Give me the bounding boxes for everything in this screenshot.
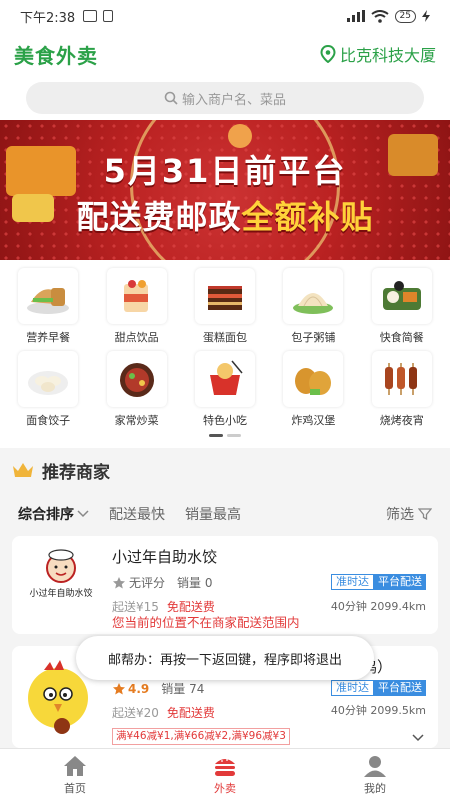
expand-chevron-icon[interactable] <box>412 734 424 742</box>
category-noodle-dumpling[interactable]: 面食饺子 <box>4 351 92 428</box>
chef-logo-icon <box>46 549 76 583</box>
burger-icon <box>215 758 235 776</box>
user-icon <box>364 755 386 777</box>
cake-icon <box>207 286 242 310</box>
merchant-logo: 小过年自助水饺 <box>22 548 100 610</box>
merchant-eta-distance: 40分钟 2099.4km <box>330 600 426 613</box>
exit-toast: 邮帮办：再按一下返回键，程序即将退出 <box>76 636 374 680</box>
notification-icon <box>83 10 98 22</box>
tab-home[interactable]: 首页 <box>0 749 150 800</box>
location-pin-icon <box>320 45 336 63</box>
banner-highlight: 全额补贴 <box>241 198 374 236</box>
tab-profile[interactable]: 我的 <box>300 749 450 800</box>
search-input[interactable]: 输入商户名、菜品 <box>26 82 424 114</box>
category-bbq-late-night[interactable]: 烧烤夜宵 <box>358 351 446 428</box>
category-bun-porridge[interactable]: 包子粥铺 <box>269 268 357 345</box>
coin-illustration <box>228 124 252 148</box>
bun-icon <box>293 293 334 314</box>
platform-delivery-badge: 平台配送 <box>374 680 426 696</box>
merchant-rating: 4.9 销量 74 <box>112 680 204 697</box>
category-home-cooking[interactable]: 家常炒菜 <box>92 351 180 428</box>
platform-delivery-badge: 平台配送 <box>374 574 426 590</box>
category-special-snacks[interactable]: 特色小吃 <box>181 351 269 428</box>
category-fried-chicken-burger[interactable]: 炸鸡汉堡 <box>269 351 357 428</box>
home-icon <box>64 755 86 776</box>
on-time-badge: 准时达 <box>331 574 374 590</box>
top-header: 美食外卖 比克科技大厦 <box>0 32 450 76</box>
tab-takeout[interactable]: 外卖 <box>150 749 300 800</box>
recommend-title: 推荐商家 <box>42 462 110 483</box>
merchant-name: 小过年自助水饺 <box>112 548 218 566</box>
category-dessert-drinks[interactable]: 甜点饮品 <box>92 268 180 345</box>
bbq-icon <box>384 363 417 395</box>
category-pager <box>4 434 446 437</box>
wifi-icon <box>370 9 389 23</box>
dessert-icon <box>123 280 148 312</box>
merchant-sales: 销量 0 <box>177 576 213 590</box>
merchant-card[interactable]: 小过年自助水饺 小过年自助水饺 无评分 销量 0 准时达 平台配送 起送¥15 免… <box>12 536 438 634</box>
status-bar: 下午2:38 25 <box>0 0 450 32</box>
stirfry-icon <box>119 363 154 397</box>
merchant-sales: 销量 74 <box>161 682 205 696</box>
trash-icon <box>103 10 114 22</box>
category-fast-meal[interactable]: 快食简餐 <box>358 268 446 345</box>
out-of-range-warning: 您当前的位置不在商家配送范围内 <box>112 615 300 630</box>
banner-subheadline: 配送费邮政全额补贴 <box>76 198 374 236</box>
sort-fastest-delivery[interactable]: 配送最快 <box>109 504 165 524</box>
fastfood-icon <box>382 281 421 310</box>
charging-icon <box>422 10 430 22</box>
category-breakfast[interactable]: 营养早餐 <box>4 268 92 345</box>
merchant-eta-distance: 40分钟 2099.5km <box>330 704 426 717</box>
star-icon <box>113 576 125 588</box>
location-selector[interactable]: 比克科技大厦 <box>320 42 436 66</box>
banner-headline: 5月31日前平台 <box>103 152 347 190</box>
category-cake-bread[interactable]: 蛋糕面包 <box>181 268 269 345</box>
sort-comprehensive[interactable]: 综合排序 <box>18 504 89 524</box>
on-time-badge: 准时达 <box>331 680 374 696</box>
chevron-down-icon <box>77 510 89 518</box>
merchant-delivery-info: 起送¥20 免配送费 <box>112 706 215 720</box>
crown-icon <box>13 463 33 477</box>
dumpling-icon <box>28 371 69 395</box>
filter-button[interactable]: 筛选 <box>386 504 432 524</box>
search-icon <box>164 91 178 105</box>
sort-top-sales[interactable]: 销量最高 <box>185 504 241 524</box>
category-grid: 营养早餐 甜点饮品 蛋糕面包 包子粥铺 快食简餐 面食饺子 家常炒菜 特色小吃 <box>0 260 450 448</box>
search-placeholder: 输入商户名、菜品 <box>181 92 286 108</box>
battery-indicator: 25 <box>394 9 416 23</box>
location-name: 比克科技大厦 <box>339 46 436 65</box>
merchant-rating: 无评分 销量 0 <box>112 574 212 591</box>
sort-bar: 综合排序 配送最快 销量最高 筛选 <box>0 492 450 536</box>
signal-icon <box>346 10 365 22</box>
app-title: 美食外卖 <box>14 43 98 68</box>
merchant-logo-text: 小过年自助水饺 <box>29 589 93 599</box>
bottom-tab-bar: 首页 外卖 我的 <box>0 748 450 800</box>
discount-promo-tag: 满¥46减¥1,满¥66减¥2,满¥96减¥3 <box>112 728 290 745</box>
star-icon <box>113 682 125 694</box>
friedchicken-icon <box>295 368 332 395</box>
recommend-header: 推荐商家 <box>0 448 450 492</box>
status-time: 下午2:38 <box>20 10 76 26</box>
breakfast-icon <box>27 288 70 314</box>
snack-icon <box>209 360 243 395</box>
filter-icon <box>418 508 432 521</box>
promo-banner[interactable]: 5月31日前平台 配送费邮政全额补贴 <box>0 120 450 260</box>
